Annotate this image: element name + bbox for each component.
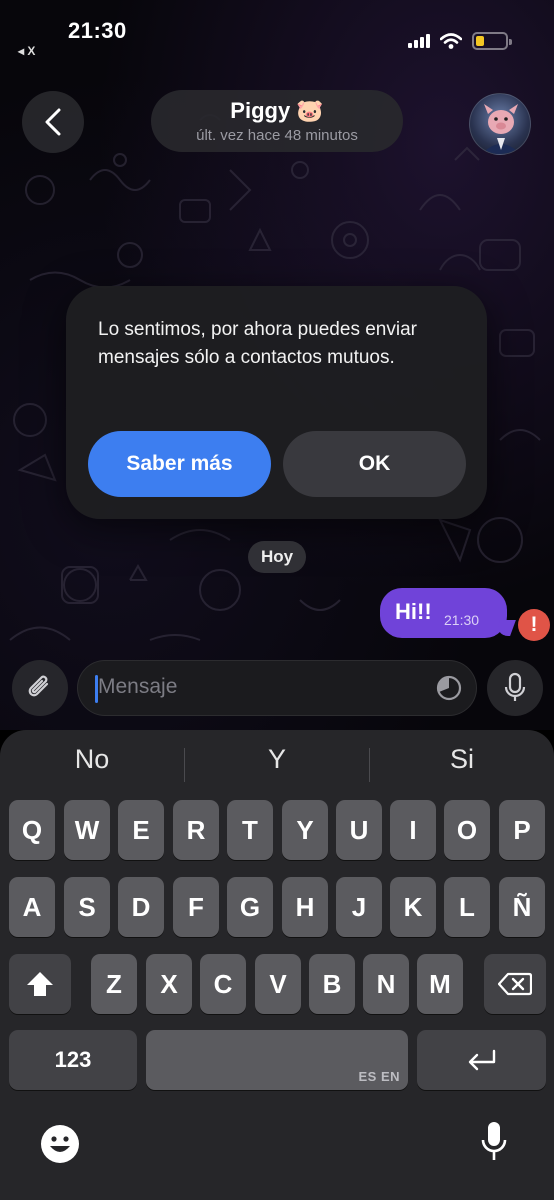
battery-icon xyxy=(472,32,512,50)
delete-key[interactable] xyxy=(484,954,546,1014)
key-r[interactable]: R xyxy=(173,800,219,860)
avatar-pig-suit-icon xyxy=(481,104,521,154)
wifi-icon xyxy=(440,33,462,49)
key-j[interactable]: J xyxy=(336,877,382,937)
key-g[interactable]: G xyxy=(227,877,273,937)
emoji-icon[interactable] xyxy=(40,1124,80,1164)
key-f[interactable]: F xyxy=(173,877,219,937)
learn-more-button[interactable]: Saber más xyxy=(88,431,271,497)
key-w[interactable]: W xyxy=(64,800,110,860)
key-m[interactable]: M xyxy=(417,954,463,1014)
key-x[interactable]: X xyxy=(146,954,192,1014)
key-t[interactable]: T xyxy=(227,800,273,860)
key-q[interactable]: Q xyxy=(9,800,55,860)
timer-icon[interactable] xyxy=(436,675,462,701)
outgoing-message-bubble[interactable]: Hi!! 21:30 xyxy=(380,588,516,638)
chevron-left-icon xyxy=(45,108,61,136)
key-a[interactable]: A xyxy=(9,877,55,937)
cellular-signal-icon xyxy=(408,34,430,48)
suggestion-item[interactable]: Si xyxy=(370,744,554,775)
key-y[interactable]: Y xyxy=(282,800,328,860)
key-l[interactable]: L xyxy=(444,877,490,937)
chat-title-pill[interactable]: Piggy 🐷 últ. vez hace 48 minutos xyxy=(151,90,403,152)
back-button[interactable] xyxy=(22,91,84,153)
alert-dialog: Lo sentimos, por ahora puedes enviar men… xyxy=(66,286,487,519)
suggestion-bar: No Y Si xyxy=(0,730,554,798)
message-placeholder: Mensaje xyxy=(98,675,178,698)
key-h[interactable]: H xyxy=(282,877,328,937)
key-d[interactable]: D xyxy=(118,877,164,937)
key-z[interactable]: Z xyxy=(91,954,137,1014)
key-p[interactable]: P xyxy=(499,800,545,860)
key-enye[interactable]: Ñ xyxy=(499,877,545,937)
contact-avatar[interactable] xyxy=(469,93,531,155)
key-u[interactable]: U xyxy=(336,800,382,860)
status-icons xyxy=(408,32,512,50)
shift-key[interactable] xyxy=(9,954,71,1014)
key-s[interactable]: S xyxy=(64,877,110,937)
keyboard-language-label: ES EN xyxy=(358,1069,400,1084)
dictation-microphone-icon[interactable] xyxy=(480,1120,508,1164)
attach-button[interactable] xyxy=(12,660,68,716)
key-c[interactable]: C xyxy=(200,954,246,1014)
last-seen-status: últ. vez hace 48 minutos xyxy=(196,127,358,144)
ok-button[interactable]: OK xyxy=(283,431,466,497)
return-key[interactable] xyxy=(417,1030,546,1090)
date-separator: Hoy xyxy=(248,541,306,573)
alert-message: Lo sentimos, por ahora puedes enviar men… xyxy=(98,319,417,368)
key-v[interactable]: V xyxy=(255,954,301,1014)
numbers-key[interactable]: 123 xyxy=(9,1030,137,1090)
return-icon xyxy=(468,1049,495,1071)
suggestion-item[interactable]: No xyxy=(0,744,184,775)
back-to-app-link[interactable]: ◂ X xyxy=(18,44,35,58)
status-time: 21:30 xyxy=(68,18,127,43)
key-o[interactable]: O xyxy=(444,800,490,860)
delete-icon xyxy=(498,972,532,996)
keyboard: No Y Si Q W E R T Y U I O P A S D F G H … xyxy=(0,730,554,1200)
suggestion-item[interactable]: Y xyxy=(185,744,369,775)
message-failed-icon[interactable]: ! xyxy=(518,609,550,641)
voice-message-button[interactable] xyxy=(487,660,543,716)
key-k[interactable]: K xyxy=(390,877,436,937)
contact-name: Piggy 🐷 xyxy=(230,98,324,123)
space-bar[interactable]: ES EN xyxy=(146,1030,408,1090)
message-text: Hi!! xyxy=(395,599,432,624)
shift-icon xyxy=(27,972,53,996)
paperclip-icon xyxy=(28,675,49,697)
battery-level xyxy=(476,36,485,46)
message-input[interactable]: Mensaje xyxy=(77,660,477,716)
key-b[interactable]: B xyxy=(309,954,355,1014)
status-bar: 21:30 ◂ X xyxy=(0,0,554,60)
microphone-icon xyxy=(504,672,526,701)
key-e[interactable]: E xyxy=(118,800,164,860)
message-time: 21:30 xyxy=(444,612,480,628)
key-i[interactable]: I xyxy=(390,800,436,860)
key-n[interactable]: N xyxy=(363,954,409,1014)
